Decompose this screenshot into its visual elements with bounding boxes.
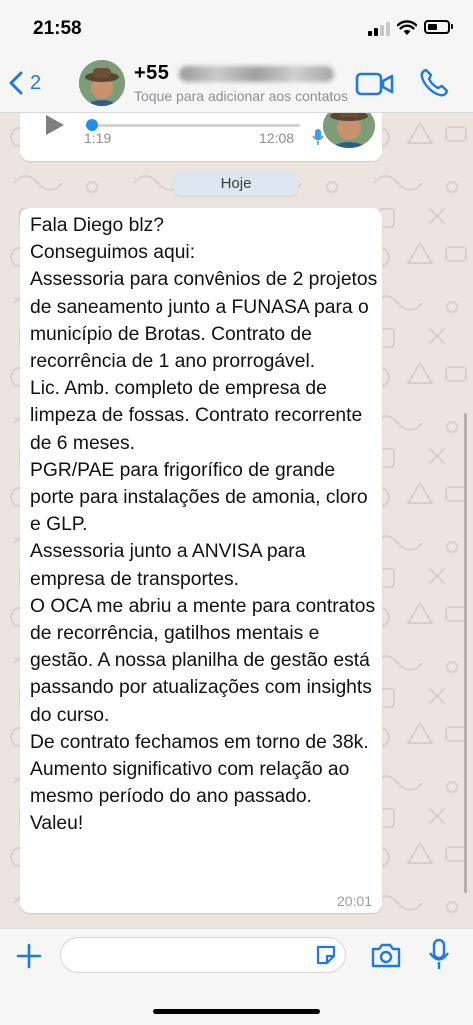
status-time: 21:58: [33, 18, 82, 39]
battery-tip: [451, 24, 453, 29]
audio-message[interactable]: 1:19 12:08: [20, 113, 382, 161]
sticker-icon[interactable]: [314, 943, 338, 967]
voice-call-button[interactable]: [418, 67, 450, 99]
status-bar: 21:58: [0, 0, 473, 56]
battery-icon: [424, 20, 450, 34]
redacted-number: [179, 65, 335, 82]
contact-phone: +55: [134, 62, 170, 84]
contact-avatar[interactable]: [79, 60, 125, 106]
play-icon[interactable]: [44, 113, 66, 137]
audio-timestamp: 12:08: [259, 130, 295, 146]
incoming-message[interactable]: Fala Diego blz? Conseguimos aqui: Assess…: [20, 208, 382, 913]
sender-avatar: [323, 113, 375, 148]
plus-icon[interactable]: [14, 941, 44, 971]
chevron-left-icon: [9, 71, 23, 95]
audio-progress-track[interactable]: [90, 124, 300, 127]
home-indicator[interactable]: [153, 1009, 320, 1014]
message-text: Fala Diego blz? Conseguimos aqui: Assess…: [30, 215, 378, 835]
back-count: 2: [30, 71, 42, 94]
wifi-icon: [397, 20, 417, 35]
back-button[interactable]: 2: [8, 66, 54, 100]
message-timestamp: 20:01: [336, 893, 372, 909]
signal-icon: [368, 22, 392, 36]
microphone-button[interactable]: [428, 938, 450, 972]
contact-subtitle[interactable]: Toque para adicionar aos contatos: [134, 88, 348, 104]
date-separator: Hoje: [174, 172, 298, 196]
chat-area[interactable]: 1:19 12:08 Hoje Fala Diego blz? Consegui…: [0, 113, 473, 928]
microphone-icon: [312, 129, 324, 145]
input-bar: [0, 928, 473, 1025]
audio-duration: 1:19: [84, 130, 112, 146]
camera-icon[interactable]: [370, 941, 402, 969]
scrollbar[interactable]: [464, 413, 467, 893]
video-call-button[interactable]: [355, 70, 395, 98]
message-input[interactable]: [60, 937, 346, 973]
chat-header: 2 +55 Toque para adicionar aos contatos: [0, 56, 473, 113]
contact-name[interactable]: +55: [134, 62, 335, 85]
